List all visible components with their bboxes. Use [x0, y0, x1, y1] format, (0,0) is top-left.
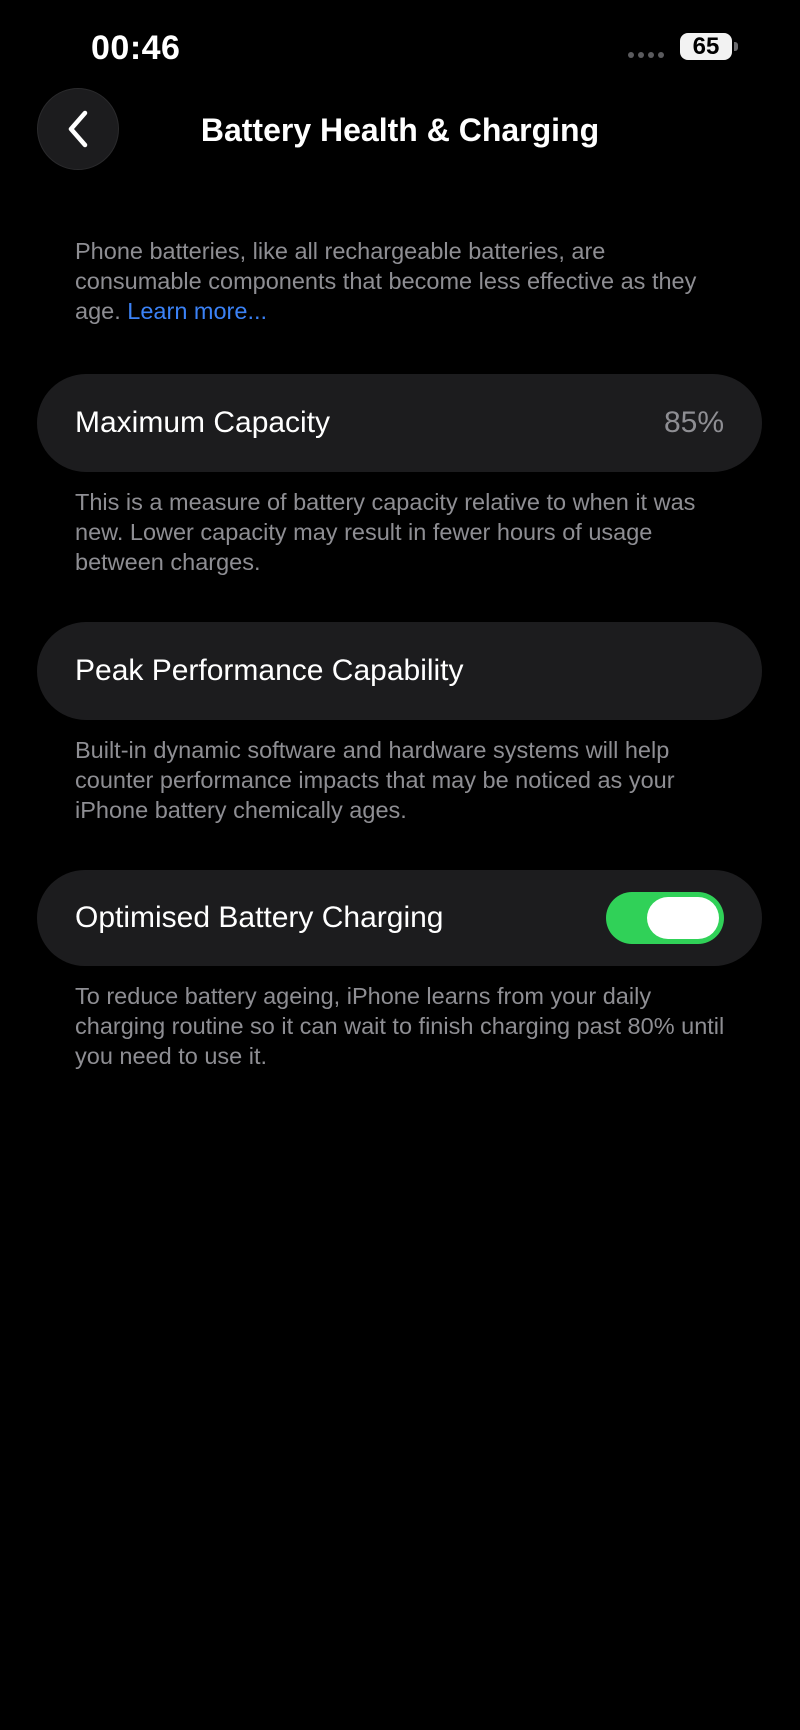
battery-level: 65 — [692, 33, 720, 60]
battery-icon: 65 — [680, 33, 732, 60]
intro-text: Phone batteries, like all rechargeable b… — [75, 236, 735, 326]
peak-performance-row: Peak Performance Capability — [37, 622, 762, 720]
optimised-charging-row: Optimised Battery Charging — [37, 870, 762, 966]
page-title: Battery Health & Charging — [200, 112, 600, 148]
optimised-charging-footnote: To reduce battery ageing, iPhone learns … — [75, 983, 725, 1069]
learn-more-link[interactable]: Learn more... — [127, 298, 267, 324]
battery-tip — [734, 42, 738, 51]
status-time: 00:46 — [91, 29, 181, 67]
toggle-knob — [647, 897, 719, 939]
signal-icon — [628, 52, 664, 58]
optimised-charging-toggle[interactable] — [606, 892, 724, 944]
max-capacity-footnote: This is a measure of battery capacity re… — [75, 489, 696, 575]
max-capacity-row: Maximum Capacity 85% — [37, 374, 762, 472]
peak-performance-footnote: Built-in dynamic software and hardware s… — [75, 737, 675, 823]
optimised-charging-label: Optimised Battery Charging — [75, 901, 444, 934]
peak-performance-label: Peak Performance Capability — [75, 654, 464, 687]
max-capacity-value: 85% — [663, 406, 724, 439]
max-capacity-label: Maximum Capacity — [75, 406, 331, 439]
